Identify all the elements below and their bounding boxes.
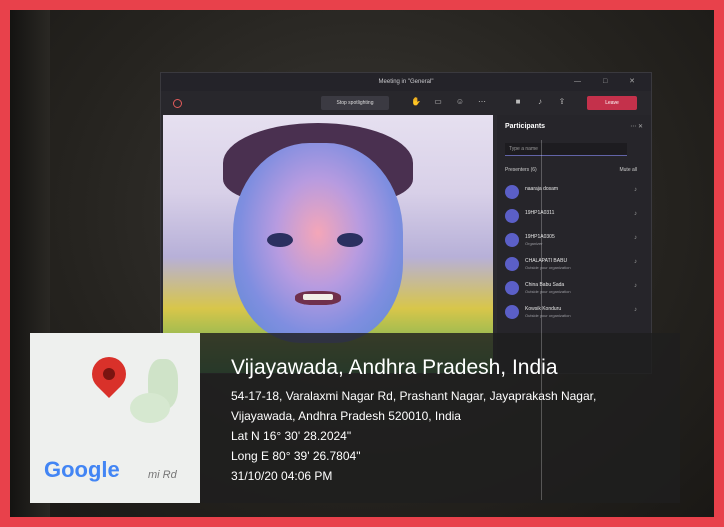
participant-face	[233, 143, 403, 343]
mute-all-button[interactable]: Mute all	[619, 167, 637, 173]
pin-center	[100, 365, 118, 383]
participant-name: Kowsik Konduru	[525, 306, 562, 312]
participant-row[interactable]: 19HP1A0305 Organizer ♪	[505, 229, 641, 253]
presenters-section-label: Presenters (6)	[505, 167, 537, 173]
timestamp-text: 31/10/20 04:06 PM	[231, 469, 333, 483]
chat-icon[interactable]: ▭	[433, 97, 443, 107]
reactions-icon[interactable]: ☺	[455, 97, 465, 107]
longitude-text: Long E 80° 39' 26.7804"	[231, 449, 361, 463]
participant-role: Outside your organization	[525, 265, 571, 270]
participant-name: CHALAPATI BABU	[525, 258, 568, 264]
location-title: Vijayawada, Andhra Pradesh, India	[231, 356, 558, 379]
participant-search-input[interactable]: Type a name	[505, 143, 627, 156]
participant-name: 19HP1A0305	[525, 234, 555, 240]
participant-role: Outside your organization	[525, 313, 571, 318]
window-title: Meeting in "General"	[378, 79, 434, 85]
stop-spotlighting-button[interactable]: Stop spotlighting	[321, 96, 389, 110]
camera-icon[interactable]: ■	[513, 97, 523, 107]
participant-row[interactable]: Kowsik Konduru Outside your organization ♪	[505, 301, 641, 325]
avatar	[505, 185, 519, 199]
left-eye	[267, 233, 293, 247]
mic-icon: ♪	[634, 187, 637, 193]
address-text: 54-17-18, Varalaxmi Nagar Rd, Prashant N…	[231, 389, 597, 423]
right-eye	[337, 233, 363, 247]
geotag-text: Vijayawada, Andhra Pradesh, India 54-17-…	[231, 356, 651, 486]
participant-name: China Babu Sada	[525, 282, 565, 288]
participant-row[interactable]: CHALAPATI BABU Outside your organization ♪	[505, 253, 641, 277]
mouth	[295, 291, 341, 305]
mic-icon[interactable]: ♪	[535, 97, 545, 107]
participants-title: Participants	[505, 123, 546, 130]
mic-icon: ♪	[634, 283, 637, 289]
meeting-toolbar: Stop spotlighting ✋ ▭ ☺ ⋯ ■ ♪ ⇪ Leave	[161, 91, 651, 115]
participant-role: Organizer	[525, 241, 543, 246]
avatar	[505, 281, 519, 295]
participant-name: 19HP1A0311	[525, 210, 555, 216]
leave-button[interactable]: Leave	[587, 96, 637, 110]
latitude-text: Lat N 16° 30' 28.2024"	[231, 429, 352, 443]
avatar	[505, 257, 519, 271]
participant-role: Outside your organization	[525, 289, 571, 294]
mic-icon: ♪	[634, 307, 637, 313]
mic-icon: ♪	[634, 235, 637, 241]
teeth	[303, 294, 333, 300]
map-thumbnail: Google mi Rd	[30, 333, 200, 503]
participant-list: naaraja dosam ♪ 19HP1A0311 ♪ 19HP1A0305 Org…	[505, 181, 641, 325]
map-road-label: mi Rd	[148, 469, 177, 481]
location-pin-icon	[84, 349, 134, 399]
panel-close-icon[interactable]: ⋯ ✕	[630, 123, 643, 130]
participant-row[interactable]: naaraja dosam ♪	[505, 181, 641, 205]
mic-icon: ♪	[634, 211, 637, 217]
avatar	[505, 233, 519, 247]
more-options-icon[interactable]: ⋯	[477, 97, 487, 107]
window-titlebar: Meeting in "General" — □ ✕	[161, 73, 651, 91]
participant-row[interactable]: 19HP1A0311 ♪	[505, 205, 641, 229]
map-park-area	[130, 393, 170, 423]
teams-meeting-window: Meeting in "General" — □ ✕ Stop spotligh…	[160, 72, 652, 374]
record-icon	[173, 99, 182, 108]
share-icon[interactable]: ⇪	[557, 97, 567, 107]
mic-icon: ♪	[634, 259, 637, 265]
window-controls[interactable]: — □ ✕	[574, 73, 645, 91]
hand-raise-icon[interactable]: ✋	[411, 97, 421, 107]
avatar	[505, 209, 519, 223]
participant-row[interactable]: China Babu Sada Outside your organization…	[505, 277, 641, 301]
google-logo: Google	[44, 457, 120, 482]
avatar	[505, 305, 519, 319]
